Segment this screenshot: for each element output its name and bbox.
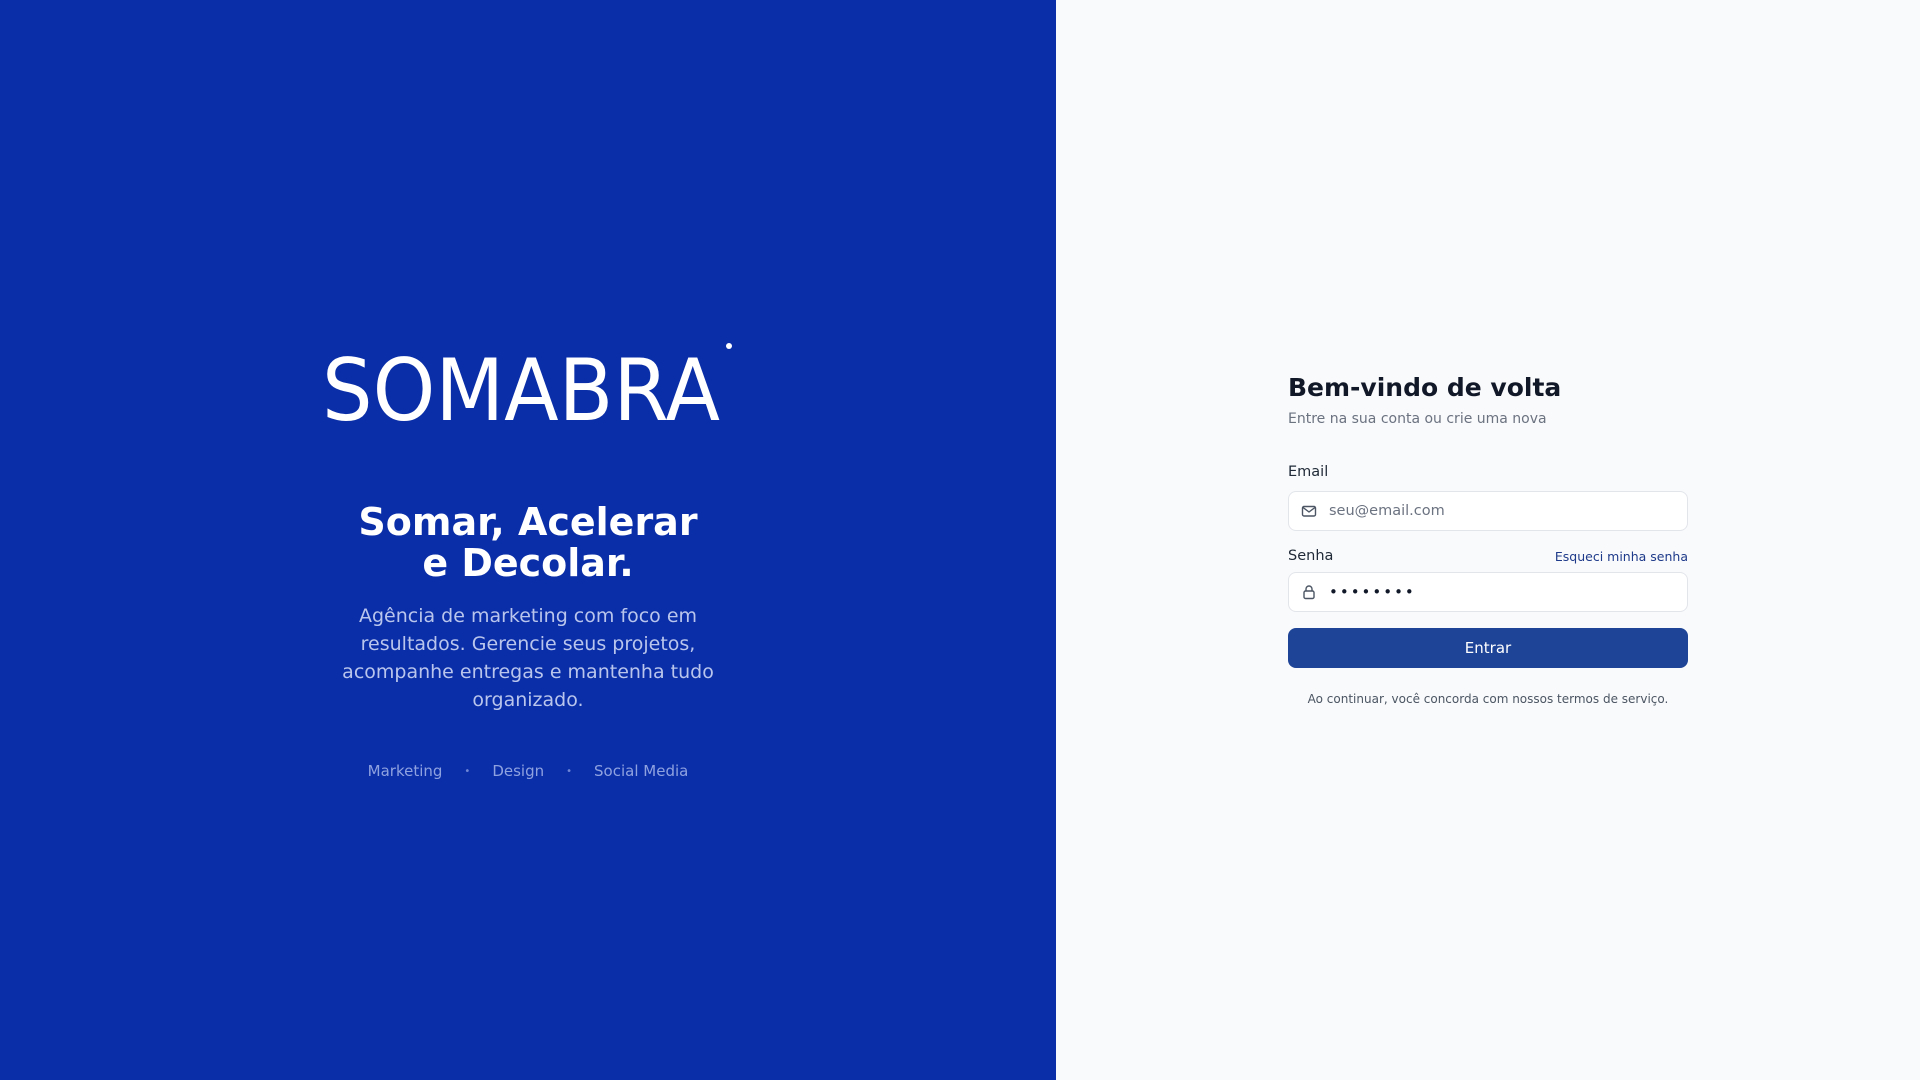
- mail-icon: [1301, 503, 1317, 519]
- tagline-line-2: e Decolar.: [422, 541, 634, 585]
- svg-text:SOMABRA: SOMABRA: [322, 341, 720, 426]
- form-title: Bem-vindo de volta: [1288, 373, 1562, 402]
- feature-social-media: Social Media: [594, 762, 689, 780]
- password-input[interactable]: [1329, 583, 1687, 601]
- separator-dot: •: [566, 765, 573, 777]
- form-subtitle: Entre na sua conta ou crie uma nova: [1288, 411, 1547, 427]
- forgot-password-link[interactable]: Esqueci minha senha: [1555, 549, 1688, 564]
- email-input[interactable]: [1329, 503, 1687, 519]
- login-page: SOMABRA Somar, Acelerar e Decolar. Agênc…: [0, 0, 1920, 1080]
- terms-notice: Ao continuar, você concorda com nossos t…: [1307, 692, 1669, 706]
- password-label: Senha: [1288, 548, 1334, 564]
- lock-icon: [1301, 584, 1317, 600]
- brand-description: Agência de marketing com foco em resulta…: [342, 605, 714, 711]
- brand-tagline: Somar, Acelerar e Decolar.: [0, 502, 1056, 584]
- somabra-logo: SOMABRA: [322, 340, 734, 426]
- login-button[interactable]: Entrar: [1288, 628, 1688, 668]
- feature-list: Marketing • Design • Social Media: [0, 762, 1056, 780]
- brand-panel: SOMABRA Somar, Acelerar e Decolar. Agênc…: [0, 0, 1056, 1080]
- email-field-box: [1288, 491, 1688, 531]
- email-label: Email: [1288, 464, 1329, 480]
- password-field-box: [1288, 572, 1688, 612]
- login-form: Bem-vindo de volta Entre na sua conta ou…: [1288, 372, 1688, 706]
- login-panel: Bem-vindo de volta Entre na sua conta ou…: [1056, 0, 1920, 1080]
- tagline-line-1: Somar, Acelerar: [358, 500, 698, 544]
- separator-dot: •: [464, 765, 471, 777]
- feature-marketing: Marketing: [367, 762, 443, 780]
- feature-design: Design: [492, 762, 545, 780]
